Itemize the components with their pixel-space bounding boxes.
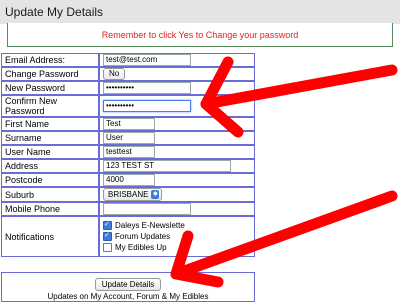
user-name-field[interactable]: testtest — [103, 146, 155, 158]
row-notifications: Notifications Daleys E-Newslette Forum U… — [1, 216, 255, 257]
notice-box: Remember to click Yes to Change your pas… — [7, 23, 393, 47]
postcode-label: Postcode — [1, 173, 99, 187]
notification-option[interactable]: Daleys E-Newslette — [103, 219, 251, 231]
mobile-cell — [99, 202, 255, 216]
suburb-select[interactable]: BRISBANE ◆ — [103, 188, 163, 201]
title-bar: Update My Details — [0, 0, 400, 24]
confirm-password-field[interactable]: •••••••••• — [103, 100, 191, 112]
surname-cell: User — [99, 131, 255, 145]
new-password-cell: •••••••••• — [99, 81, 255, 95]
new-password-field[interactable]: •••••••••• — [103, 82, 191, 94]
notification-option-label: Forum Updates — [115, 232, 171, 241]
address-field[interactable]: 123 TEST ST — [103, 160, 231, 172]
mobile-field[interactable] — [103, 203, 191, 215]
surname-field[interactable]: User — [103, 132, 155, 144]
row-email: Email Address: test@test.com — [1, 53, 255, 67]
suburb-label: Suburb — [1, 187, 99, 202]
notification-option[interactable]: Forum Updates — [103, 230, 251, 242]
page-title: Update My Details — [5, 5, 104, 19]
email-field[interactable]: test@test.com — [103, 54, 191, 66]
postcode-field[interactable]: 4000 — [103, 174, 155, 186]
row-change-password: Change Password No — [1, 67, 255, 81]
submit-area: Update Details Updates on My Account, Fo… — [1, 272, 255, 302]
new-password-label: New Password — [1, 81, 99, 95]
details-form: Email Address: test@test.com Change Pass… — [1, 53, 255, 257]
row-new-password: New Password •••••••••• — [1, 81, 255, 95]
row-confirm-password: Confirm New Password •••••••••• — [1, 95, 255, 117]
notifications-label: Notifications — [1, 216, 99, 257]
suburb-cell: BRISBANE ◆ — [99, 187, 255, 202]
row-surname: Surname User — [1, 131, 255, 145]
surname-label: Surname — [1, 131, 99, 145]
row-user-name: User Name testtest — [1, 145, 255, 159]
footer-note: Updates on My Account, Forum & My Edible… — [47, 292, 209, 301]
postcode-cell: 4000 — [99, 173, 255, 187]
user-name-cell: testtest — [99, 145, 255, 159]
update-details-button[interactable]: Update Details — [94, 278, 162, 291]
notification-option-label: Daleys E-Newslette — [115, 221, 185, 230]
confirm-password-cell: •••••••••• — [99, 95, 255, 117]
row-mobile: Mobile Phone — [1, 202, 255, 216]
row-address: Address 123 TEST ST — [1, 159, 255, 173]
row-postcode: Postcode 4000 — [1, 173, 255, 187]
row-suburb: Suburb BRISBANE ◆ — [1, 187, 255, 202]
chevron-updown-icon: ◆ — [151, 190, 160, 200]
mobile-label: Mobile Phone — [1, 202, 99, 216]
first-name-field[interactable]: Test — [103, 118, 155, 130]
notice-text: Remember to click Yes to Change your pas… — [101, 30, 299, 40]
address-cell: 123 TEST ST — [99, 159, 255, 173]
notification-option-label: My Edibles Up — [115, 243, 167, 252]
email-label: Email Address: — [1, 53, 99, 67]
user-name-label: User Name — [1, 145, 99, 159]
email-cell: test@test.com — [99, 53, 255, 67]
first-name-cell: Test — [99, 117, 255, 131]
change-password-label: Change Password — [1, 67, 99, 81]
address-label: Address — [1, 159, 99, 173]
checkbox-unchecked-icon[interactable] — [103, 243, 112, 253]
row-first-name: First Name Test — [1, 117, 255, 131]
notifications-cell: Daleys E-Newslette Forum Updates My Edib… — [99, 216, 255, 257]
change-password-toggle[interactable]: No — [103, 68, 126, 80]
checkbox-checked-icon[interactable] — [103, 219, 112, 231]
change-password-cell: No — [99, 67, 255, 81]
notification-option[interactable]: My Edibles Up — [103, 242, 251, 253]
checkbox-checked-icon[interactable] — [103, 230, 112, 242]
confirm-password-label: Confirm New Password — [1, 95, 99, 117]
first-name-label: First Name — [1, 117, 99, 131]
suburb-value: BRISBANE — [108, 190, 149, 199]
